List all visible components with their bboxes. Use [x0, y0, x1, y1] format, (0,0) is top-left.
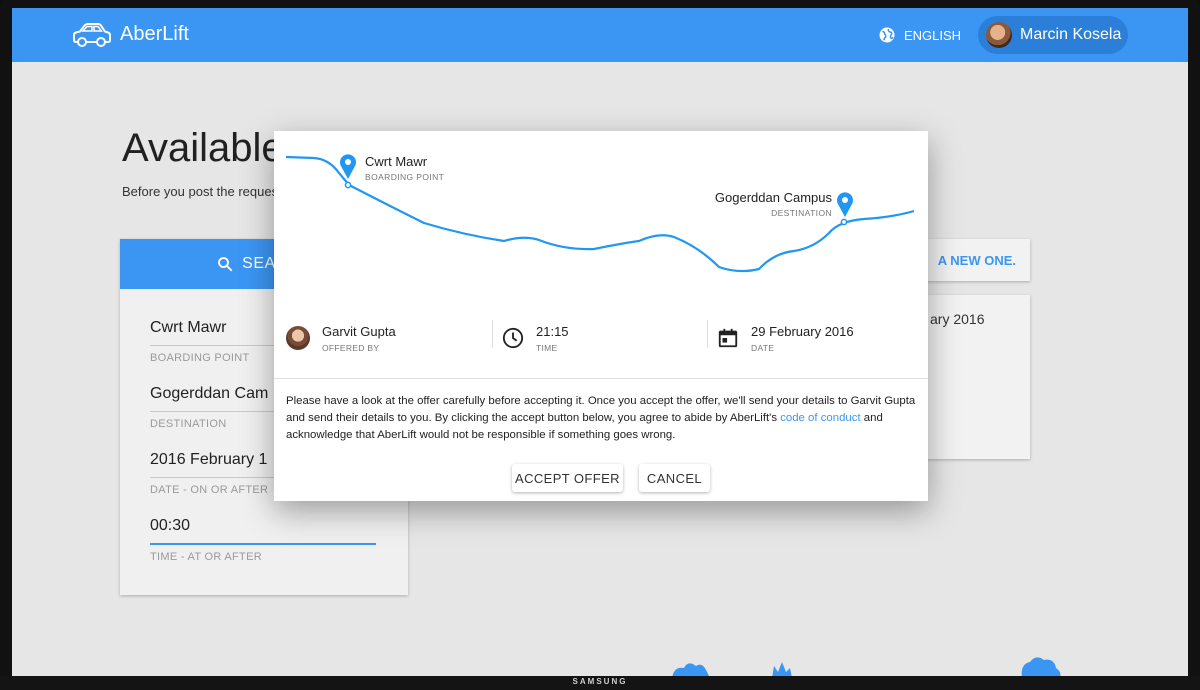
app-bar: AberLift ENGLISH Marcin Kosela: [12, 8, 1188, 62]
calendar-icon: [718, 328, 738, 348]
offer-card-date: ary 2016: [930, 311, 985, 327]
driver-avatar: [286, 326, 310, 350]
driver-label: OFFERED BY: [322, 342, 380, 353]
boarding-name: Cwrt Mawr: [365, 154, 428, 169]
offer-dialog: Cwrt Mawr BOARDING POINT Gogerddan Campu…: [274, 131, 928, 501]
clock-icon: [502, 327, 524, 349]
page-title: Available: [122, 126, 284, 170]
offer-card[interactable]: ary 2016: [920, 295, 1030, 459]
post-new-button[interactable]: A NEW ONE.: [920, 239, 1030, 281]
tv-bezel: AberLift ENGLISH Marcin Kosela Available…: [0, 0, 1200, 690]
info-separator: [492, 320, 493, 348]
search-icon: [218, 257, 233, 272]
user-avatar: [986, 22, 1012, 48]
destination-name: Gogerddan Campus: [714, 190, 832, 205]
screen: AberLift ENGLISH Marcin Kosela Available…: [12, 8, 1188, 676]
boarding-sub: BOARDING POINT: [365, 172, 445, 182]
dialog-divider: [274, 378, 928, 379]
offer-disclaimer: Please have a look at the offer carefull…: [286, 393, 916, 444]
trees-decoration: [672, 657, 1061, 676]
info-separator: [707, 320, 708, 348]
app-title: AberLift: [120, 23, 189, 45]
offer-info-row: Garvit Gupta OFFERED BY 21:15 TIME 29 Fe…: [274, 318, 928, 368]
globe-icon: [879, 27, 895, 43]
language-label: ENGLISH: [904, 27, 962, 43]
boarding-pin-icon[interactable]: [339, 153, 357, 179]
code-of-conduct-link[interactable]: code of conduct: [780, 412, 860, 424]
time-input[interactable]: 00:30: [150, 517, 376, 545]
time-field[interactable]: 00:30 TIME - AT OR AFTER: [150, 517, 376, 563]
user-name: Marcin Kosela: [1020, 26, 1122, 43]
language-selector[interactable]: ENGLISH: [878, 26, 961, 44]
user-menu[interactable]: Marcin Kosela: [978, 16, 1128, 54]
page-subtitle: Before you post the reques: [122, 184, 279, 199]
offer-time: 21:15: [536, 323, 569, 339]
date-info: 29 February 2016 DATE: [717, 318, 854, 358]
driver-name: Garvit Gupta: [322, 323, 396, 339]
driver-info: Garvit Gupta OFFERED BY: [286, 318, 396, 358]
time-info-label: TIME: [536, 342, 558, 353]
cancel-button[interactable]: CANCEL: [639, 464, 710, 492]
accept-offer-button[interactable]: ACCEPT OFFER: [512, 464, 623, 492]
time-info: 21:15 TIME: [502, 318, 569, 358]
destination-sub: DESTINATION: [771, 208, 832, 218]
time-label: TIME - AT OR AFTER: [150, 551, 262, 563]
car-logo-icon[interactable]: [70, 21, 112, 49]
offer-date: 29 February 2016: [751, 323, 854, 339]
destination-pin-icon[interactable]: [836, 191, 854, 217]
date-info-label: DATE: [751, 342, 775, 353]
tv-brand-label: SAMSUNG: [572, 677, 628, 686]
